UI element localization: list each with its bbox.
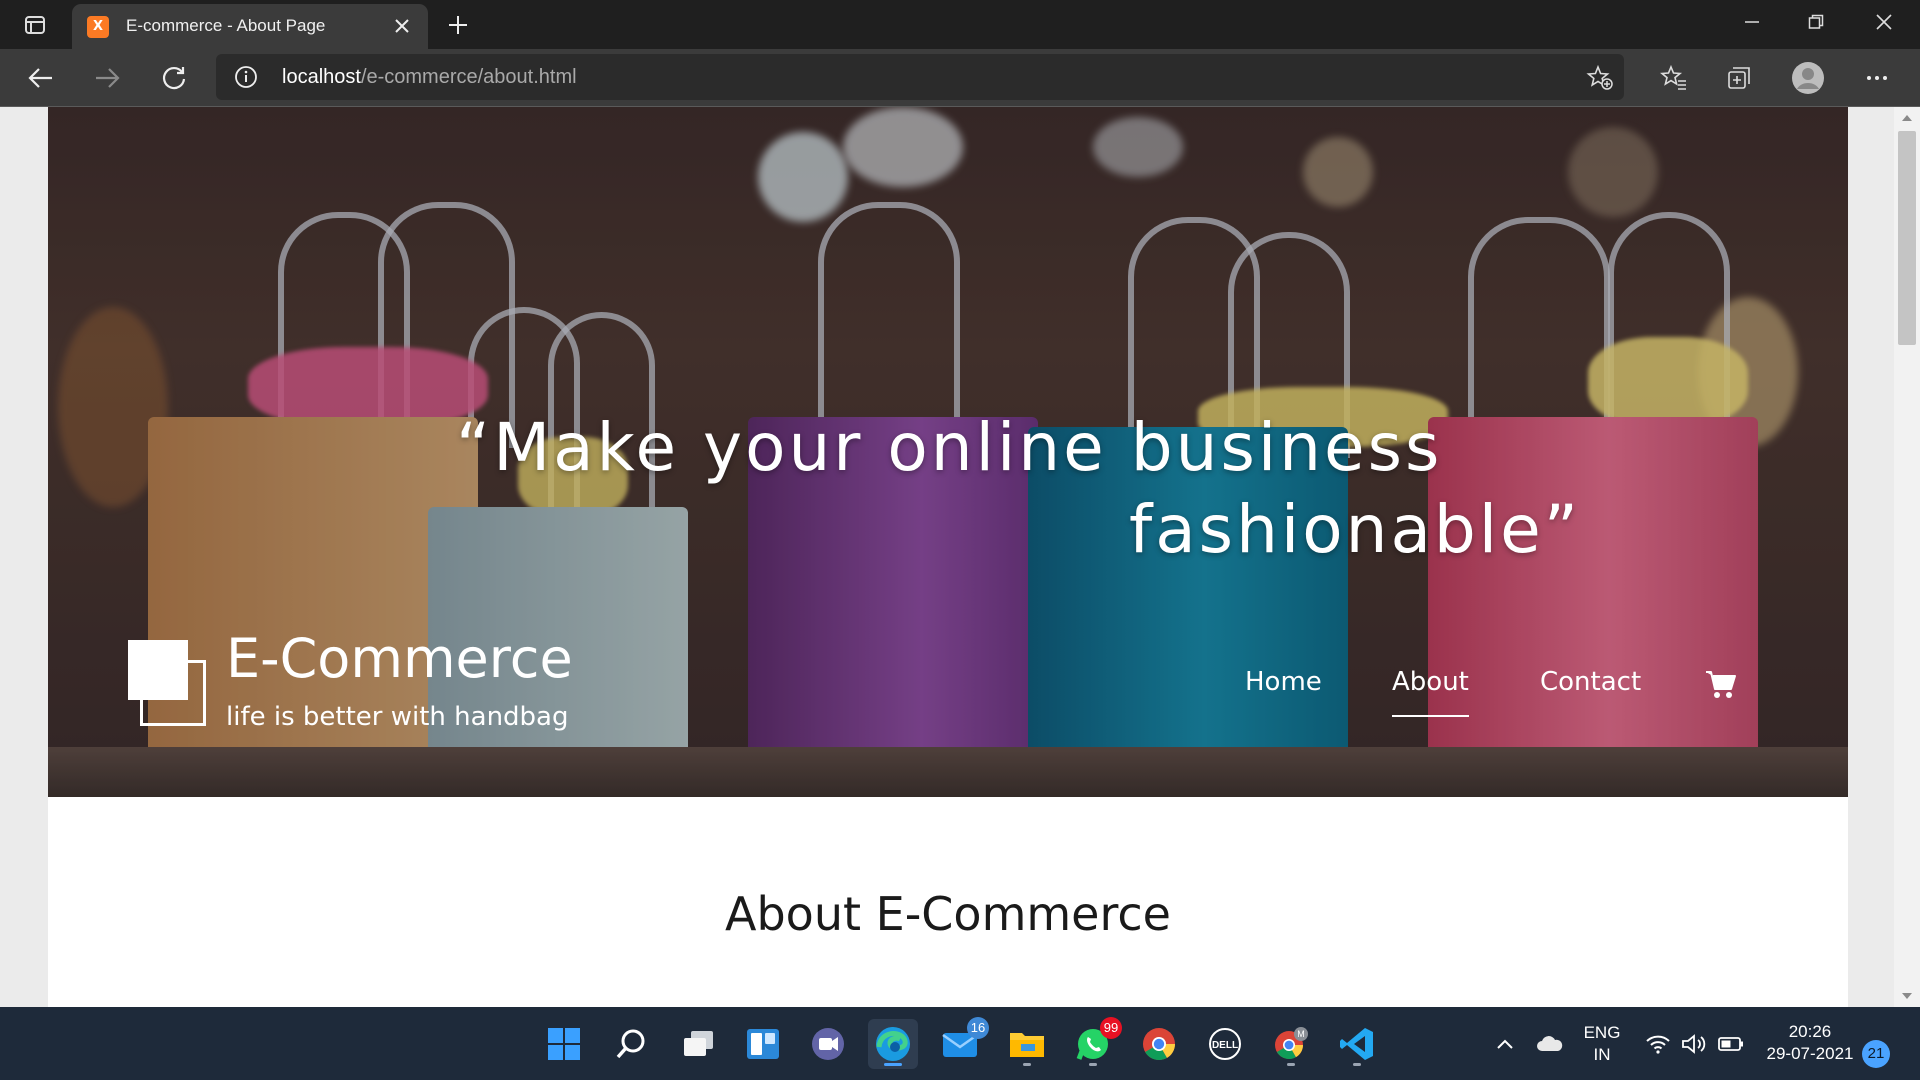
windows-start-icon[interactable] (539, 1019, 589, 1069)
url-text[interactable]: localhost/e-commerce/about.html (282, 66, 577, 89)
running-indicator (884, 1063, 902, 1066)
url-host: localhost (282, 66, 361, 88)
running-indicator (1353, 1063, 1361, 1066)
page-viewport: “Make your online business fashionable” … (0, 107, 1920, 1007)
wifi-icon[interactable] (1642, 1019, 1674, 1069)
refresh-icon[interactable] (155, 59, 193, 97)
shopping-cart-icon[interactable] (1705, 669, 1737, 699)
running-indicator (1089, 1063, 1097, 1066)
dell-icon[interactable]: DELL (1200, 1019, 1250, 1069)
scroll-up-arrow-icon[interactable] (1900, 111, 1914, 125)
tab-close-icon[interactable] (388, 12, 416, 40)
hero-banner: “Make your online business fashionable” … (48, 107, 1848, 797)
chrome-icon[interactable] (1134, 1019, 1184, 1069)
nav-contact-link[interactable]: Contact (1540, 667, 1641, 697)
show-hidden-icons-chevron-up-icon[interactable] (1490, 1019, 1520, 1069)
battery-icon[interactable] (1714, 1019, 1748, 1069)
svg-text:M: M (1297, 1029, 1305, 1039)
language-indicator[interactable]: ENG IN (1578, 1022, 1626, 1066)
nav-home-link[interactable]: Home (1245, 667, 1322, 697)
new-tab-button[interactable] (443, 10, 473, 40)
volume-icon[interactable] (1678, 1019, 1710, 1069)
running-indicator (1287, 1063, 1295, 1066)
widgets-icon[interactable] (738, 1019, 788, 1069)
whatsapp-icon[interactable]: 99 (1068, 1017, 1122, 1069)
more-menu-icon[interactable] (1858, 59, 1896, 97)
notification-count-badge[interactable]: 21 (1862, 1040, 1890, 1068)
edge-browser-icon[interactable] (868, 1019, 918, 1069)
task-view-icon[interactable] (673, 1019, 723, 1069)
file-explorer-icon[interactable] (1002, 1019, 1052, 1069)
logo-square-fill (128, 640, 188, 700)
scroll-down-arrow-icon[interactable] (1900, 989, 1914, 1003)
mail-badge: 16 (967, 1017, 989, 1039)
language-code: ENG (1583, 1023, 1621, 1042)
site-brand-name[interactable]: E-Commerce (226, 627, 573, 690)
svg-text:DELL: DELL (1212, 1040, 1238, 1051)
search-icon[interactable] (606, 1019, 656, 1069)
minimize-icon[interactable] (1722, 4, 1782, 40)
teams-chat-icon[interactable] (803, 1019, 853, 1069)
add-favorite-icon[interactable] (1584, 62, 1616, 94)
whatsapp-badge: 99 (1100, 1017, 1122, 1039)
site-logo[interactable] (128, 640, 208, 728)
url-path: /e-commerce/about.html (360, 66, 577, 88)
clock-time: 20:26 (1788, 1022, 1832, 1041)
site-tagline: life is better with handbag (226, 702, 569, 732)
address-bar[interactable]: localhost/e-commerce/about.html (216, 54, 1624, 100)
back-icon[interactable] (22, 59, 60, 97)
browser-tab-bar: X E-commerce - About Page (0, 0, 1920, 49)
favorites-icon[interactable] (1655, 59, 1693, 97)
browser-toolbar: localhost/e-commerce/about.html (0, 49, 1920, 107)
onedrive-cloud-icon[interactable] (1528, 1019, 1572, 1069)
nav-about-link[interactable]: About (1392, 667, 1469, 717)
forward-icon[interactable] (88, 59, 126, 97)
tab-actions-icon[interactable] (14, 11, 56, 39)
xampp-favicon-icon: X (87, 16, 109, 38)
windows-taskbar: 16 99 DELL M ENG IN 20:26 29-07-2021 21 (0, 1007, 1920, 1080)
site-info-icon[interactable] (234, 65, 258, 89)
clock[interactable]: 20:26 29-07-2021 (1760, 1021, 1860, 1065)
scrollbar-thumb[interactable] (1898, 131, 1916, 345)
close-window-icon[interactable] (1854, 4, 1914, 40)
profile-avatar-icon[interactable] (1789, 59, 1827, 97)
browser-tab-active[interactable]: X E-commerce - About Page (72, 4, 428, 49)
mail-icon[interactable]: 16 (935, 1017, 989, 1069)
tab-title: E-commerce - About Page (126, 16, 326, 35)
vscode-icon[interactable] (1332, 1019, 1382, 1069)
about-section-title: About E-Commerce (725, 887, 1171, 941)
restore-icon[interactable] (1786, 4, 1846, 40)
running-indicator (1023, 1063, 1031, 1066)
clock-date: 29-07-2021 (1766, 1044, 1854, 1063)
region-code: IN (1593, 1045, 1611, 1064)
chrome-profile-icon[interactable]: M (1266, 1019, 1316, 1069)
page-scrollbar[interactable] (1894, 107, 1920, 1007)
quote-line-1: “Make your online business (456, 409, 1443, 486)
web-page: “Make your online business fashionable” … (48, 107, 1848, 1007)
collections-icon[interactable] (1720, 59, 1758, 97)
quote-line-2: fashionable” (1129, 491, 1581, 568)
